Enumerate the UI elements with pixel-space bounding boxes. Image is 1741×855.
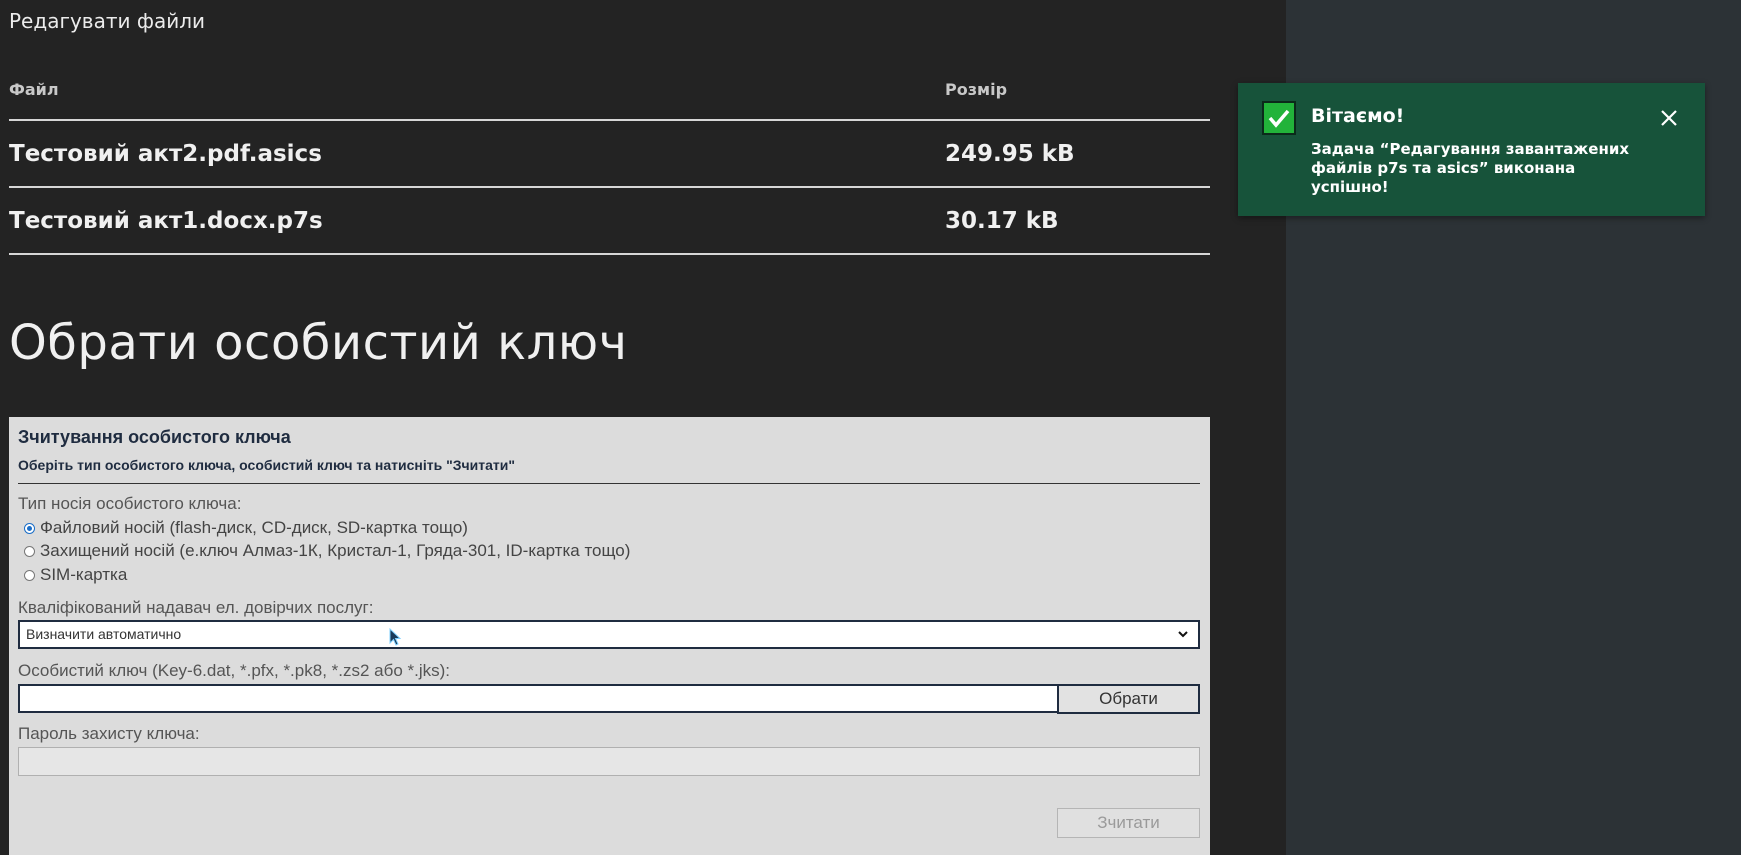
password-field[interactable] (18, 747, 1200, 776)
file-size: 249.95 kB (945, 141, 1075, 167)
table-row: Тестовий акт2.pdf.asics 249.95 kB (9, 121, 1210, 188)
radio-button[interactable] (24, 522, 35, 534)
radio-file-media[interactable]: Файловий носій (flash-диск, CD-диск, SD-… (24, 517, 468, 539)
radio-label: Захищений носій (е.ключ Алмаз-1К, Криста… (40, 541, 631, 560)
close-icon[interactable] (1660, 109, 1678, 127)
table-header: Файл Розмір (9, 76, 1210, 121)
key-file-field[interactable] (18, 684, 1061, 713)
file-name: Тестовий акт1.docx.p7s (9, 208, 323, 234)
radio-label: SIM-картка (40, 565, 128, 584)
provider-selected-value: Визначити автоматично (26, 626, 182, 642)
check-icon (1262, 101, 1296, 135)
read-button[interactable]: Зчитати (1057, 808, 1200, 838)
media-type-label: Тип носія особистого ключа: (18, 494, 242, 513)
column-header-file: Файл (9, 80, 59, 99)
key-reader-widget: Зчитування особистого ключа Оберіть тип … (9, 417, 1210, 855)
success-toast: Вітаємо! Задача “Редагування завантажени… (1238, 83, 1705, 216)
file-size: 30.17 kB (945, 208, 1059, 234)
choose-button[interactable]: Обрати (1057, 684, 1200, 714)
column-header-size: Розмір (945, 80, 1008, 99)
radio-label: Файловий носій (flash-диск, CD-диск, SD-… (40, 518, 468, 537)
widget-title: Зчитування особистого ключа (18, 427, 291, 447)
mouse-cursor-icon (389, 628, 402, 646)
widget-subtitle: Оберіть тип особистого ключа, особистий … (18, 457, 515, 473)
divider (18, 483, 1200, 484)
toast-message: Задача “Редагування завантажених файлів … (1311, 140, 1630, 196)
provider-label: Кваліфікований надавач ел. довірчих посл… (18, 598, 374, 617)
page-heading: Редагувати файли (9, 9, 205, 33)
chevron-down-icon (1178, 631, 1188, 638)
files-table: Файл Розмір Тестовий акт2.pdf.asics 249.… (9, 76, 1210, 255)
password-label: Пароль захисту ключа: (18, 724, 200, 743)
radio-button[interactable] (24, 569, 35, 581)
toast-title: Вітаємо! (1311, 105, 1405, 127)
table-row: Тестовий акт1.docx.p7s 30.17 kB (9, 188, 1210, 255)
section-title: Обрати особистий ключ (9, 315, 628, 371)
provider-select[interactable]: Визначити автоматично (18, 620, 1200, 649)
key-file-label: Особистий ключ (Key-6.dat, *.pfx, *.pk8,… (18, 661, 451, 680)
radio-sim-card[interactable]: SIM-картка (24, 564, 127, 586)
check-mark (1268, 109, 1290, 128)
file-name: Тестовий акт2.pdf.asics (9, 141, 322, 167)
radio-secure-media[interactable]: Захищений носій (е.ключ Алмаз-1К, Криста… (24, 540, 630, 562)
radio-button[interactable] (24, 545, 35, 557)
